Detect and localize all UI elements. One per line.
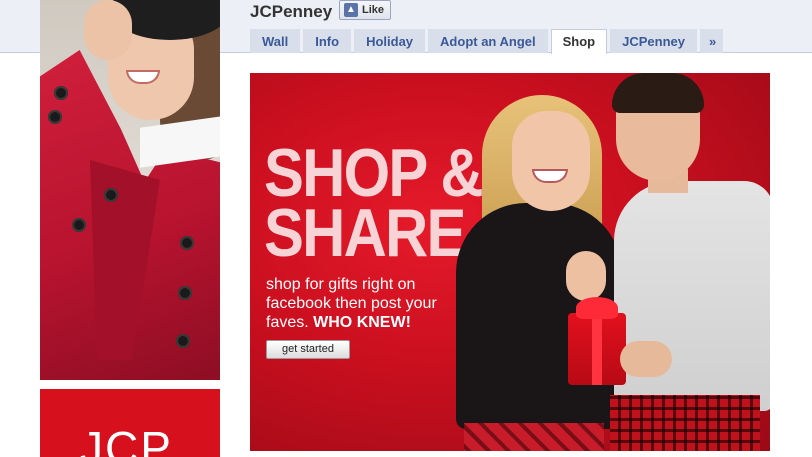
page-title[interactable]: JCPenney <box>250 2 332 22</box>
coat-button <box>48 110 62 124</box>
coat-button <box>104 188 118 202</box>
coat-button <box>72 218 86 232</box>
like-label: Like <box>362 4 385 16</box>
tab-info[interactable]: Info <box>303 29 352 53</box>
banner-tagline: shop for gifts right on facebook then po… <box>266 276 437 331</box>
banner-headline: SHOP & SHARE <box>264 135 484 271</box>
like-button[interactable]: ▲ Like <box>339 0 392 20</box>
tab-holiday[interactable]: Holiday <box>354 29 426 53</box>
coat-button <box>176 334 190 348</box>
logo-text: JCP <box>80 422 173 457</box>
profile-picture[interactable] <box>40 0 220 380</box>
gift-box-icon <box>568 297 626 385</box>
coat-button <box>54 86 68 100</box>
coat-button <box>178 286 192 300</box>
tab-adopt-an-angel[interactable]: Adopt an Angel <box>428 29 548 53</box>
tab-jcpenney[interactable]: JCPenney <box>610 29 697 53</box>
plaid-pants <box>610 395 760 451</box>
coat-button <box>180 236 194 250</box>
thumbs-up-icon: ▲ <box>344 3 358 17</box>
tagline-emphasis: WHO KNEW! <box>313 314 411 331</box>
get-started-button[interactable]: get started <box>266 340 350 359</box>
shop-share-banner[interactable]: SHOP & SHARE shop for gifts right on fac… <box>250 73 770 451</box>
page-tabs: Wall Info Holiday Adopt an Angel Shop JC… <box>250 29 724 54</box>
tab-shop[interactable]: Shop <box>550 29 608 54</box>
tab-wall[interactable]: Wall <box>250 29 301 53</box>
brand-logo[interactable]: JCP <box>40 389 220 457</box>
more-tabs-icon[interactable]: » <box>700 29 724 53</box>
